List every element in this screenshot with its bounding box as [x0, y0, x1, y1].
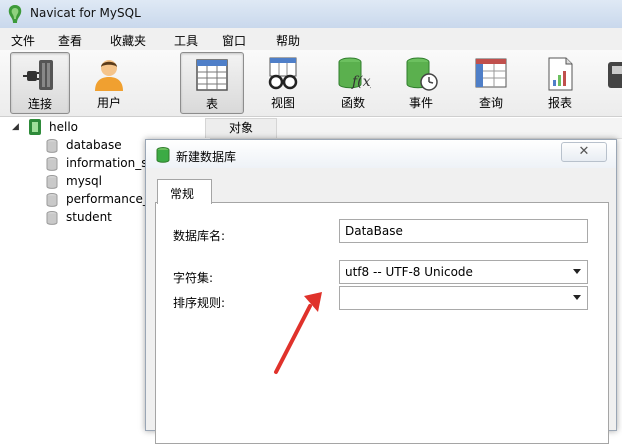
tree-database-label: performance_	[66, 192, 149, 206]
toolbar-table-button[interactable]: 表	[180, 52, 244, 114]
database-icon	[46, 175, 58, 189]
new-database-dialog: 新建数据库 ✕ 常规 数据库名: DataBase 字符集: utf8 -- U…	[145, 139, 617, 444]
connection-icon	[23, 60, 53, 90]
view-icon	[268, 57, 298, 90]
mysql-connection-icon	[29, 119, 41, 135]
function-icon: f(x)	[338, 57, 371, 90]
database-icon	[156, 147, 170, 163]
tab-general-label: 常规	[170, 187, 195, 201]
charset-value: utf8 -- UTF-8 Unicode	[345, 265, 473, 279]
navicat-app-icon	[8, 5, 22, 23]
svg-text:f(x): f(x)	[351, 74, 371, 90]
window-titlebar: Navicat for MySQL	[0, 0, 622, 28]
table-icon	[196, 59, 228, 91]
user-icon	[95, 60, 123, 91]
collation-label: 排序规则:	[173, 296, 226, 310]
tree-database-label: student	[66, 210, 112, 224]
menu-view[interactable]: 查看	[58, 32, 82, 49]
menu-help[interactable]: 帮助	[276, 32, 300, 49]
database-icon	[46, 211, 58, 225]
menu-file[interactable]: 文件	[11, 32, 35, 49]
toolbar-function-button[interactable]: f(x) 函数	[324, 52, 382, 112]
tab-objects[interactable]: 对象	[205, 118, 277, 138]
query-icon	[475, 58, 507, 88]
menu-bar: 文件 查看 收藏夹 工具 窗口 帮助	[0, 28, 622, 51]
toolbar-event-label: 事件	[408, 96, 433, 110]
window-title: Navicat for MySQL	[30, 6, 141, 20]
toolbar-event-button[interactable]: 事件	[392, 52, 450, 112]
tree-database-label: database	[66, 138, 122, 152]
charset-select[interactable]: utf8 -- UTF-8 Unicode	[339, 260, 588, 284]
chevron-down-icon	[573, 295, 581, 300]
toolbar-connection-button[interactable]: 连接	[10, 52, 70, 114]
close-icon: ✕	[578, 144, 590, 159]
database-name-value: DataBase	[345, 224, 403, 238]
toolbar-connection-label: 连接	[27, 97, 52, 111]
chevron-down-icon	[573, 269, 581, 274]
annotation-arrow-icon	[274, 292, 322, 374]
toolbar-view-button[interactable]: 视图	[254, 52, 312, 112]
toolbar-table-label: 表	[205, 97, 218, 111]
database-icon	[46, 139, 58, 153]
tab-objects-label: 对象	[228, 121, 253, 135]
toolbar-function-label: 函数	[340, 96, 365, 110]
tree-database-label: mysql	[66, 174, 102, 188]
dialog-close-button[interactable]: ✕	[561, 142, 607, 162]
toolbar-query-button[interactable]: 查询	[462, 52, 520, 112]
toolbar-view-label: 视图	[270, 96, 295, 110]
collation-select[interactable]	[339, 286, 588, 310]
tree-connection-label: hello	[49, 120, 78, 134]
toolbar-query-label: 查询	[478, 96, 503, 110]
menu-window[interactable]: 窗口	[222, 32, 246, 49]
tab-general[interactable]: 常规	[157, 179, 212, 204]
partial-toolbar-icon	[608, 62, 622, 88]
general-tab-panel: 数据库名: DataBase 字符集: utf8 -- UTF-8 Unicod…	[155, 202, 609, 444]
toolbar-user-label: 用户	[96, 96, 121, 110]
toolbar-report-button[interactable]: 报表	[531, 52, 589, 112]
menu-tools[interactable]: 工具	[174, 32, 198, 49]
dialog-title: 新建数据库	[176, 150, 237, 164]
main-toolbar: 连接 用户 表 视图 f(x 函数 事件 查询 报表	[0, 50, 622, 117]
database-icon	[46, 157, 58, 171]
tree-database-label: information_s	[66, 156, 148, 170]
toolbar-more-button[interactable]	[600, 52, 622, 112]
dialog-titlebar: 新建数据库 ✕	[146, 140, 616, 168]
charset-label: 字符集:	[173, 271, 214, 285]
toolbar-user-button[interactable]: 用户	[80, 52, 138, 112]
database-name-input[interactable]: DataBase	[339, 219, 588, 243]
expand-arrow-icon[interactable]: ◢	[12, 122, 19, 132]
toolbar-report-label: 报表	[547, 96, 572, 110]
database-name-label: 数据库名:	[173, 229, 226, 243]
event-icon	[406, 57, 438, 91]
report-icon	[548, 57, 573, 91]
database-icon	[46, 193, 58, 207]
menu-favorites[interactable]: 收藏夹	[110, 32, 146, 49]
